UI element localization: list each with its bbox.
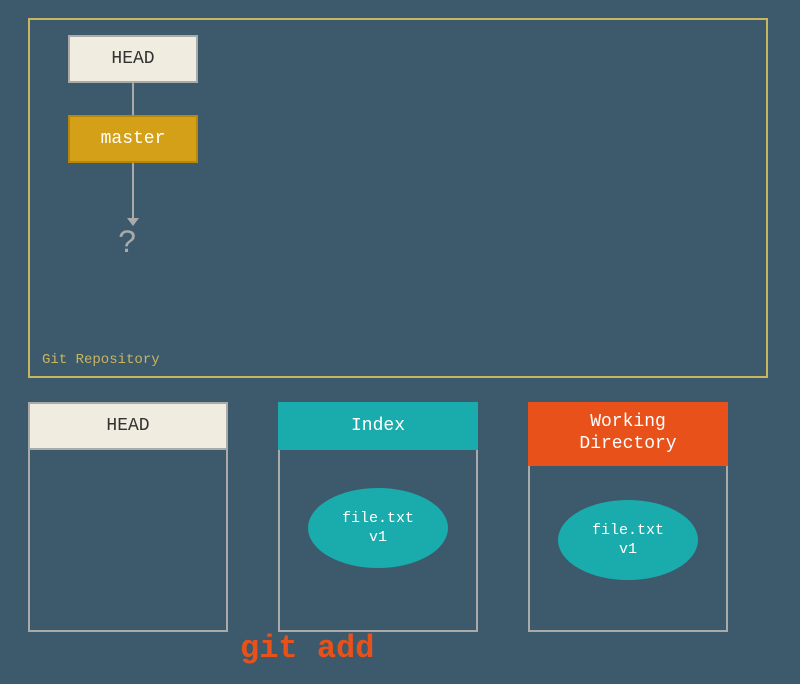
arrow-head-to-master — [132, 83, 134, 115]
git-repo-label: Git Repository — [42, 352, 160, 368]
master-box: master — [68, 115, 198, 163]
file-wd-label: file.txtv1 — [592, 521, 664, 560]
file-oval-index: file.txtv1 — [308, 488, 448, 568]
working-directory-label: WorkingDirectory — [579, 412, 676, 455]
master-label: master — [101, 129, 166, 149]
file-oval-wd: file.txtv1 — [558, 500, 698, 580]
head-box-top: HEAD — [68, 35, 198, 83]
head-bottom-label: HEAD — [106, 416, 149, 436]
git-add-label: git add — [240, 630, 374, 667]
working-directory-box-header: WorkingDirectory — [528, 402, 728, 466]
head-box-bottom: HEAD — [28, 402, 228, 450]
arrow-master-to-question — [132, 163, 134, 218]
index-box-header: Index — [278, 402, 478, 450]
index-label: Index — [351, 416, 405, 436]
question-mark: ? — [118, 225, 137, 262]
file-index-label: file.txtv1 — [342, 509, 414, 548]
head-top-label: HEAD — [111, 49, 154, 69]
